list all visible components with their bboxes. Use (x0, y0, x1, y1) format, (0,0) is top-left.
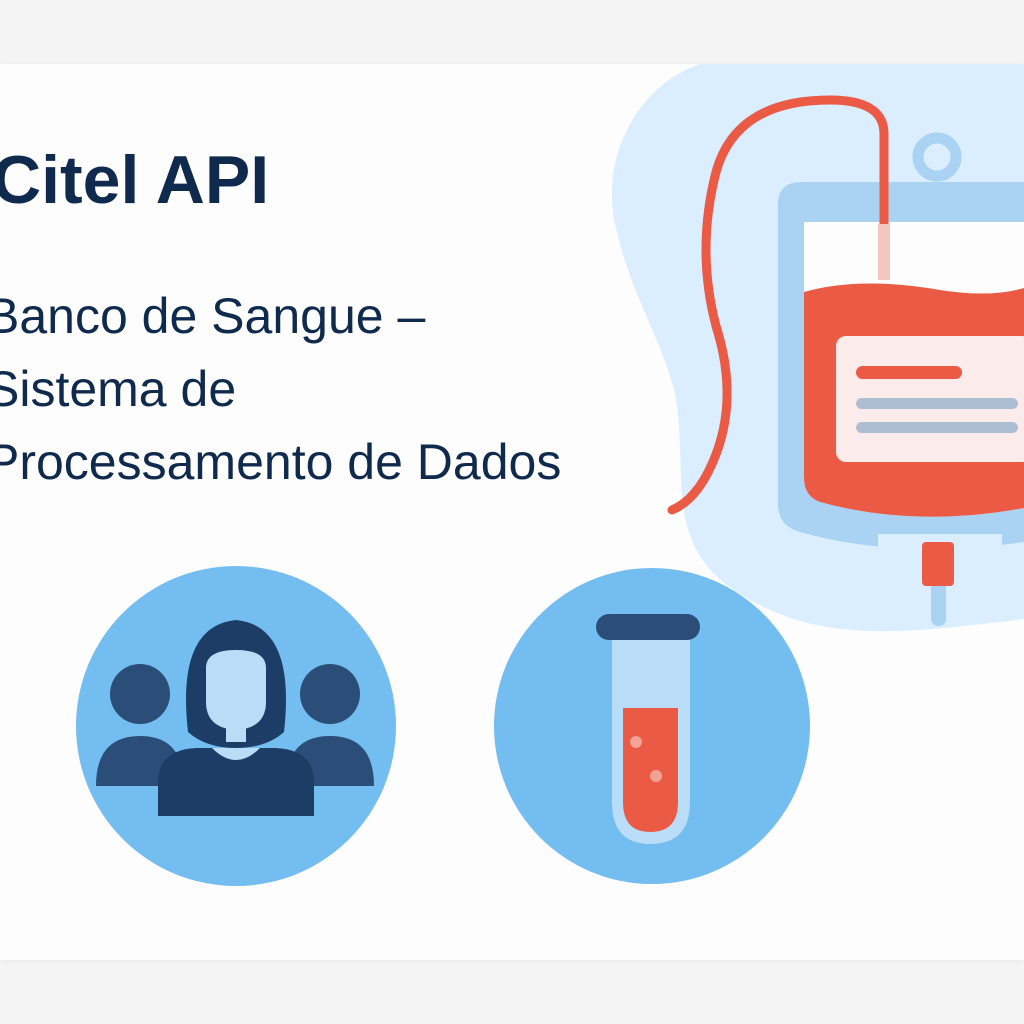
app-title: Citel API (0, 142, 270, 218)
app-subtitle: Banco de Sangue – Sistema de Processamen… (0, 280, 561, 499)
subtitle-line: Processamento de Dados (0, 434, 562, 490)
subtitle-line: Sistema de (0, 361, 237, 417)
hero-card: Citel API Banco de Sangue – Sistema de P… (0, 64, 1024, 960)
blood-bag-icon (667, 95, 1024, 626)
background-blob (611, 64, 1024, 632)
people-group-icon (76, 566, 396, 886)
subtitle-line: Banco de Sangue – (0, 288, 426, 344)
test-tube-icon (494, 568, 810, 884)
